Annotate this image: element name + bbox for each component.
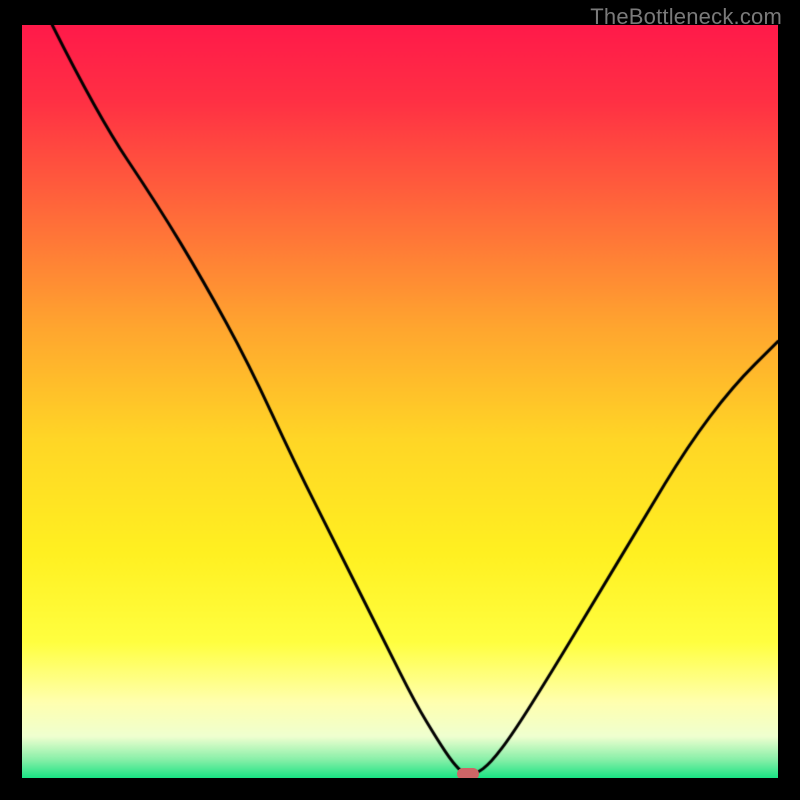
bottleneck-curve — [22, 25, 778, 778]
plot-area — [22, 25, 778, 778]
chart-frame: TheBottleneck.com — [0, 0, 800, 800]
optimal-marker — [457, 768, 479, 778]
watermark-text: TheBottleneck.com — [590, 4, 782, 30]
